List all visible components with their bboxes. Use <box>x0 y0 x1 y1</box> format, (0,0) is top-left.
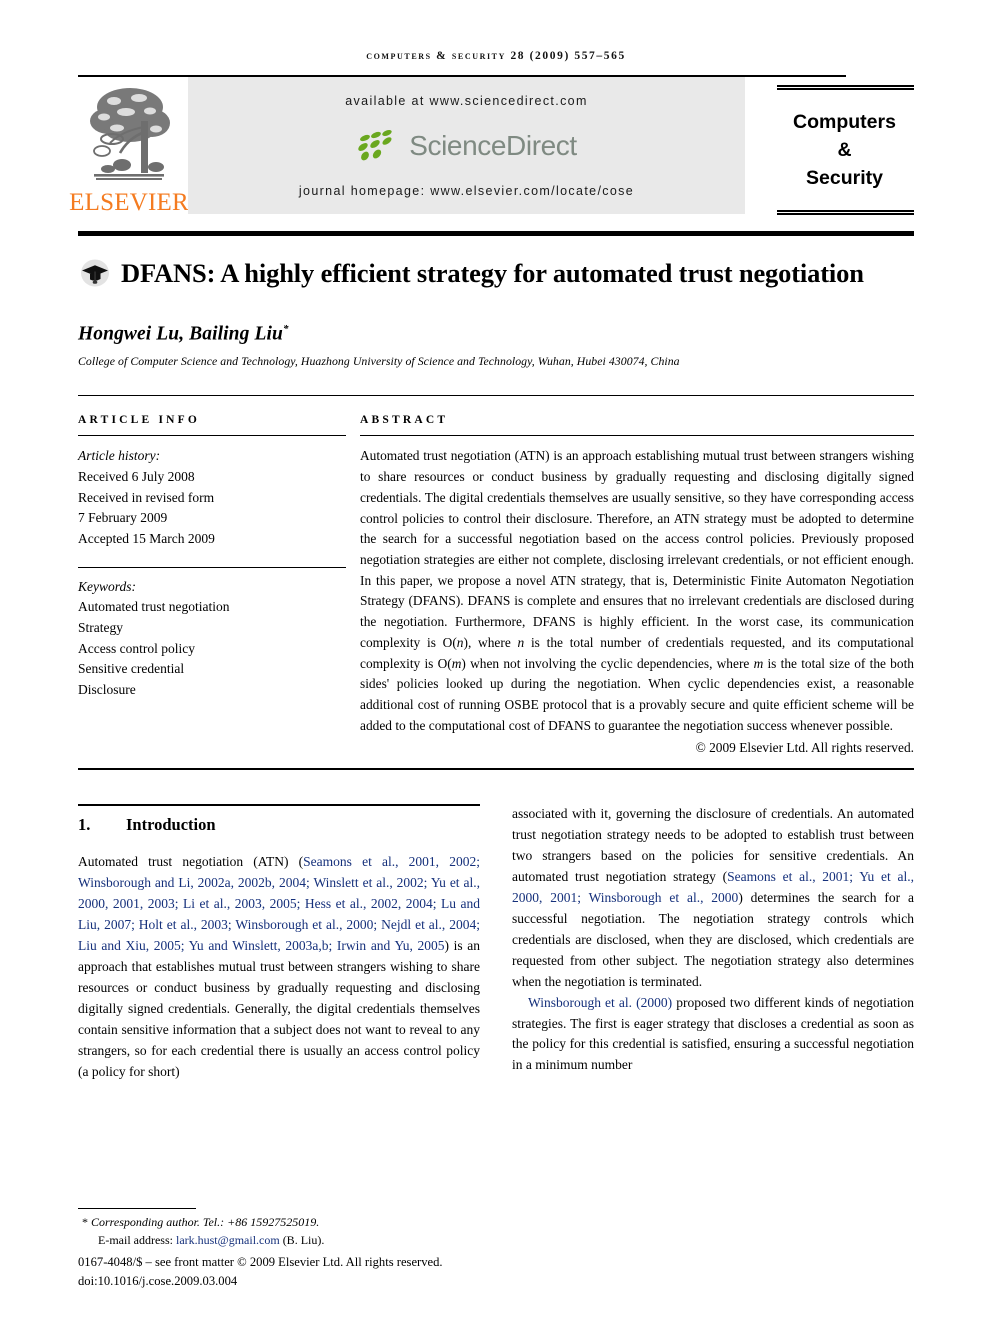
journal-title: Computers & Security <box>777 109 896 192</box>
author-list: Hongwei Lu, Bailing Liu* <box>78 323 914 346</box>
abstract-var-m: m <box>451 655 462 671</box>
history-item: Received 6 July 2008 <box>78 469 195 485</box>
citation-link[interactable]: Winsborough et al. (2000) <box>528 995 672 1010</box>
keywords-block: Keywords: Automated trust negotiation St… <box>78 566 346 701</box>
body-column-left: 1. Introduction Automated trust negotiati… <box>78 804 480 1082</box>
info-abstract-area: ARTICLE INFO Article history: Received 6… <box>78 396 914 756</box>
corresponding-author-note: * Corresponding author. Tel.: +86 159275… <box>78 1213 480 1231</box>
keywords-list: Keywords: Automated trust negotiation St… <box>78 577 346 701</box>
paragraph: Winsborough et al. (2000) proposed two d… <box>512 993 914 1077</box>
keyword-item: Sensitive credential <box>78 661 185 677</box>
body-column-right: associated with it, governing the disclo… <box>512 804 914 1082</box>
email-label: E-mail address: <box>98 1233 173 1248</box>
abstract-part-1: Automated trust negotiation (ATN) is an … <box>360 448 914 650</box>
journal-title-line-2: & <box>837 139 852 162</box>
paragraph-text: Automated trust negotiation (ATN) ( <box>78 854 304 870</box>
author-names: Hongwei Lu, Bailing Liu <box>78 323 283 345</box>
paragraph: Automated trust negotiation (ATN) (Seamo… <box>78 852 480 1082</box>
running-head: Computers & Security 28 (2009) 557–565 <box>366 50 626 62</box>
section-rule <box>78 804 480 807</box>
available-at-text: available at www.sciencedirect.com <box>345 94 588 108</box>
keyword-item: Strategy <box>78 619 123 635</box>
masthead-bottom-rule <box>78 231 914 236</box>
keyword-item: Automated trust negotiation <box>78 599 230 615</box>
journal-title-block: Computers & Security <box>759 77 914 225</box>
journal-rule-top <box>777 85 914 90</box>
body-columns: 1. Introduction Automated trust negotiati… <box>78 804 914 1082</box>
front-matter-line: 0167-4048/$ – see front matter © 2009 El… <box>78 1255 443 1270</box>
abstract-column: ABSTRACT Automated trust negotiation (AT… <box>360 414 914 756</box>
history-item: 7 February 2009 <box>78 510 168 526</box>
section-number: 1. <box>78 815 91 835</box>
footnote-rule <box>78 1208 196 1210</box>
email-note: E-mail address: lark.hust@gmail.com (B. … <box>78 1231 480 1249</box>
abstract-heading: ABSTRACT <box>360 414 449 427</box>
journal-rule-bottom <box>777 210 914 215</box>
article-info-column: ARTICLE INFO Article history: Received 6… <box>78 414 346 756</box>
history-item: Accepted 15 March 2009 <box>78 531 215 547</box>
footnote-star: * <box>82 1215 88 1230</box>
sciencedirect-wordmark: ScienceDirect <box>409 130 577 161</box>
sciencedirect-logo: ScienceDirect <box>356 127 577 165</box>
sciencedirect-band: available at www.sciencedirect.com Scien… <box>188 77 745 214</box>
abstract-part-4: ) when not involving the cyclic dependen… <box>461 655 754 671</box>
email-suffix: (B. Liu). <box>282 1233 325 1248</box>
elsevier-logo-block: ELSEVIER <box>69 77 189 225</box>
copyright-line: © 2009 Elsevier Ltd. All rights reserved… <box>695 740 914 756</box>
abstract-bottom-rule <box>78 768 914 771</box>
keyword-item: Disclosure <box>78 681 136 697</box>
abstract-text: Automated trust negotiation (ATN) is an … <box>360 446 914 736</box>
title-block: DFANS: A highly efficient strategy for a… <box>78 256 914 291</box>
page-title: DFANS: A highly efficient strategy for a… <box>78 256 914 291</box>
footnote-block: * Corresponding author. Tel.: +86 159275… <box>78 1208 480 1291</box>
abstract-part-2: ), where <box>463 634 518 650</box>
affiliation: College of Computer Science and Technolo… <box>78 354 680 369</box>
graduation-cap-icon <box>81 259 109 287</box>
abstract-rule-thin <box>360 435 914 437</box>
corresponding-marker: * <box>282 322 289 335</box>
paragraph: associated with it, governing the disclo… <box>512 804 914 992</box>
elsevier-tree-logo-icon <box>90 88 170 180</box>
keyword-item: Access control policy <box>78 640 195 656</box>
abstract-var-m: m <box>753 655 764 671</box>
keywords-label: Keywords: <box>78 578 136 594</box>
section-heading: 1. Introduction <box>78 815 480 835</box>
history-label: Article history: <box>78 448 161 464</box>
article-info-heading: ARTICLE INFO <box>78 414 201 427</box>
article-info-rule <box>78 435 346 437</box>
corresponding-author-text: Corresponding author. Tel.: +86 15927525… <box>91 1215 320 1230</box>
sciencedirect-leaves-icon <box>358 130 392 161</box>
paper-title-text: DFANS: A highly efficient strategy for a… <box>121 258 864 288</box>
journal-masthead: ELSEVIER available at www.sciencedirect.… <box>69 77 914 225</box>
elsevier-wordmark: ELSEVIER <box>69 189 189 216</box>
keywords-rule <box>78 566 346 568</box>
doi-line: doi:10.1016/j.cose.2009.03.004 <box>78 1274 238 1289</box>
article-history: Article history: Received 6 July 2008 Re… <box>78 446 346 549</box>
paragraph-text: ) is an approach that establishes mutual… <box>78 938 480 1079</box>
email-link[interactable]: lark.hust@gmail.com <box>176 1233 280 1247</box>
journal-title-line-1: Computers <box>793 111 896 134</box>
journal-title-line-3: Security <box>806 166 883 189</box>
paper-page: Computers & Security 28 (2009) 557–565 <box>0 0 992 1323</box>
history-item: Received in revised form <box>78 489 215 505</box>
journal-homepage-text: journal homepage: www.elsevier.com/locat… <box>298 184 635 198</box>
abstract-var-n: n <box>456 634 464 650</box>
section-title-text: Introduction <box>126 815 216 835</box>
